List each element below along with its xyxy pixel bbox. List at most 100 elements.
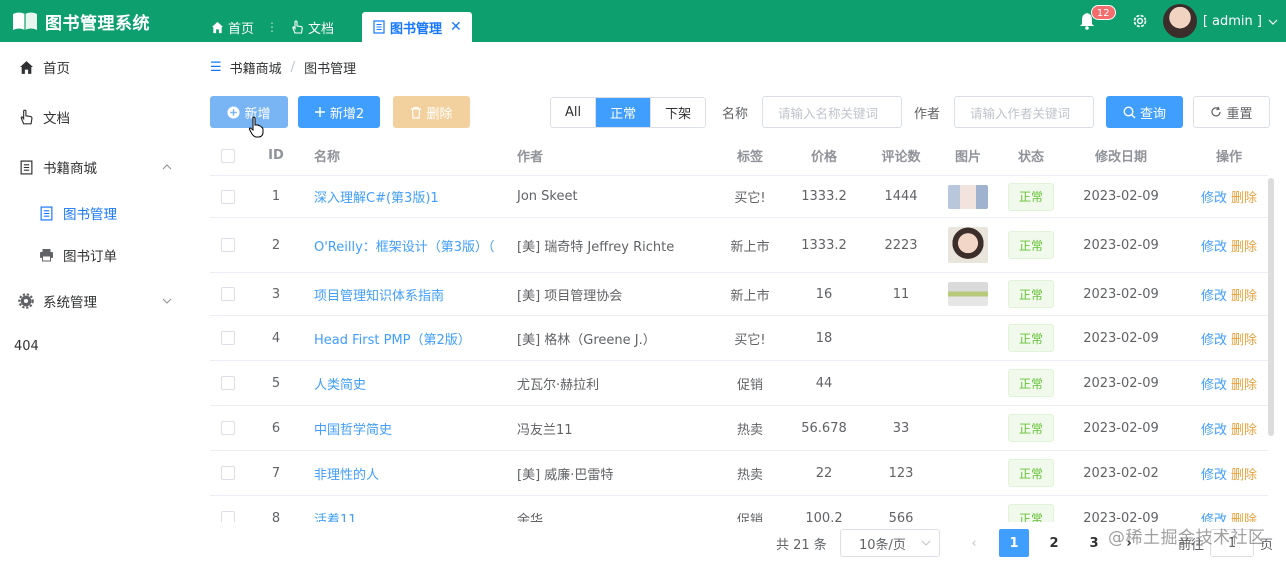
breadcrumb-parent[interactable]: 书籍商城 (230, 58, 282, 77)
cell-name-link[interactable]: 深入理解C#(第3版)1 (306, 187, 513, 206)
sidebar-item-book-mall[interactable]: 书籍商城 (0, 142, 190, 192)
cell-price: 44 (815, 375, 833, 391)
book-cover-image[interactable] (948, 184, 988, 209)
column-header[interactable]: 操作 (1169, 146, 1264, 165)
table-row[interactable]: 6 中国哲学简史 冯友兰11 热卖 56.678 33 正常 2023-02-09 修改 删除 (210, 406, 1268, 451)
sidebar-item-docs[interactable]: 文档 (0, 92, 190, 142)
filter-all-button[interactable]: All (551, 98, 597, 127)
name-search-input[interactable]: 请输入名称关键词 (762, 96, 902, 128)
table-row[interactable]: 4 Head First PMP（第2版） [美] 格林（Greene J.） 买它!… (210, 316, 1268, 361)
menu-icon[interactable]: ☰ (210, 60, 222, 75)
home-icon (210, 20, 224, 34)
row-checkbox[interactable] (210, 466, 246, 480)
cell-id: 4 (271, 330, 281, 346)
column-header[interactable]: 图片 (937, 146, 999, 165)
row-checkbox[interactable] (210, 511, 246, 522)
bell-icon[interactable]: 12 (1079, 5, 1116, 30)
close-icon[interactable]: ✕ (450, 19, 462, 35)
sidebar-item-book-management[interactable]: 图书管理 (0, 192, 190, 234)
cell-actions: 修改 删除 (1169, 374, 1264, 393)
table-row[interactable]: 3 项目管理知识体系指南 [美] 项目管理协会 新上市 16 11 正常 2023-02-09… (210, 273, 1268, 316)
tab-book-management-label: 图书管理 (390, 21, 443, 37)
delete-link[interactable]: 删除 (1231, 423, 1257, 438)
delete-link[interactable]: 删除 (1231, 468, 1257, 483)
cell-author: [美] 威廉·巴雷特 (517, 467, 614, 483)
table-row[interactable]: 5 人类简史 尤瓦尔·赫拉利 促销 44 正常 2023-02-09 修改 删除 (210, 361, 1268, 406)
cell-name-link[interactable]: Head First PMP（第2版） (306, 329, 513, 348)
book-cover-image[interactable] (948, 282, 988, 306)
select-all-checkbox[interactable] (210, 148, 246, 163)
app-logo[interactable]: 图书管理系统 (0, 0, 200, 42)
page-3-button[interactable]: 3 (1079, 529, 1109, 557)
table-row[interactable]: 7 非理性的人 [美] 威廉·巴雷特 热卖 22 123 正常 2023-02-02 修改 删除 (210, 451, 1268, 496)
filter-off-button[interactable]: 下架 (651, 98, 705, 127)
cell-name-link[interactable]: 中国哲学简史 (306, 419, 513, 438)
column-header[interactable]: 名称 (306, 146, 513, 165)
column-header[interactable]: 修改日期 (1063, 146, 1169, 165)
sidebar-item-404[interactable]: 404 (0, 326, 190, 366)
filter-normal-button[interactable]: 正常 (596, 98, 652, 127)
add2-button[interactable]: 新增2 (298, 96, 380, 128)
row-checkbox[interactable] (210, 376, 246, 390)
page-size-select[interactable]: 10条/页 (840, 529, 940, 557)
column-header[interactable]: ID (246, 148, 306, 163)
cell-name-link[interactable]: 人类简史 (306, 374, 513, 393)
column-header[interactable]: 状态 (999, 146, 1063, 165)
chevron-down-icon[interactable] (1268, 15, 1278, 28)
cell-name-link[interactable]: O'Reilly：框架设计（第3版）（ (306, 236, 513, 255)
column-header[interactable]: 价格 (775, 146, 855, 165)
cell-name-link[interactable]: 活着11 (306, 509, 513, 523)
edit-link[interactable]: 修改 (1201, 333, 1227, 348)
cell-name-link[interactable]: 非理性的人 (306, 464, 513, 483)
cell-actions: 修改 删除 (1169, 464, 1264, 483)
author-search-input[interactable]: 请输入作者关键词 (954, 96, 1094, 128)
prev-page-icon[interactable]: ‹ (959, 529, 989, 557)
cell-tag: 新上市 (730, 239, 770, 255)
column-header[interactable]: 作者 (513, 146, 725, 165)
edit-link[interactable]: 修改 (1201, 289, 1227, 304)
column-header[interactable]: 评论数 (855, 146, 937, 165)
delete-link[interactable]: 删除 (1231, 513, 1257, 523)
delete-link[interactable]: 删除 (1231, 378, 1257, 393)
cell-price: 16 (815, 286, 833, 302)
tab-book-management[interactable]: 图书管理 ✕ (362, 12, 472, 42)
column-header[interactable]: 标签 (725, 146, 775, 165)
cell-author: 余华 (517, 512, 544, 523)
row-checkbox[interactable] (210, 421, 246, 435)
gear-icon[interactable] (1131, 12, 1149, 30)
edit-link[interactable]: 修改 (1201, 191, 1227, 206)
delete-link[interactable]: 删除 (1231, 240, 1257, 255)
edit-link[interactable]: 修改 (1201, 378, 1227, 393)
delete-button[interactable]: 删除 (393, 96, 470, 128)
page-1-button[interactable]: 1 (999, 529, 1029, 557)
username[interactable]: [ admin ] (1203, 14, 1262, 29)
tab-docs[interactable]: 文档 (280, 12, 344, 42)
page-2-button[interactable]: 2 (1039, 529, 1069, 557)
row-checkbox[interactable] (210, 189, 246, 204)
table-row[interactable]: 2 O'Reilly：框架设计（第3版）（ [美] 瑞奇特 Jeffrey Rich… (210, 218, 1268, 273)
tab-home[interactable]: 首页 (200, 12, 264, 42)
sidebar-item-book-orders[interactable]: 图书订单 (0, 234, 190, 276)
table-row[interactable]: 8 活着11 余华 促销 100.2 566 正常 2023-02-09 修改 删除 (210, 496, 1268, 522)
delete-link[interactable]: 删除 (1231, 333, 1257, 348)
delete-link[interactable]: 删除 (1231, 289, 1257, 304)
row-checkbox[interactable] (210, 287, 246, 301)
row-checkbox[interactable] (210, 238, 246, 252)
edit-link[interactable]: 修改 (1201, 513, 1227, 523)
query-button[interactable]: 查询 (1106, 96, 1183, 128)
table-row[interactable]: 1 深入理解C#(第3版)1 Jon Skeet 买它! 1333.2 1444 正常 202… (210, 176, 1268, 218)
tab-docs-label: 文档 (308, 21, 335, 37)
table-scrollbar[interactable] (1268, 178, 1274, 436)
row-checkbox[interactable] (210, 331, 246, 345)
edit-link[interactable]: 修改 (1201, 468, 1227, 483)
reset-button[interactable]: 重置 (1193, 96, 1270, 128)
edit-link[interactable]: 修改 (1201, 423, 1227, 438)
sidebar-item-home[interactable]: 首页 (0, 42, 190, 92)
edit-link[interactable]: 修改 (1201, 240, 1227, 255)
sidebar-item-system[interactable]: 系统管理 (0, 276, 190, 326)
book-cover-image[interactable] (948, 227, 988, 263)
delete-link[interactable]: 删除 (1231, 191, 1257, 206)
cell-name-link[interactable]: 项目管理知识体系指南 (306, 285, 513, 304)
cell-author: 尤瓦尔·赫拉利 (517, 377, 600, 393)
avatar[interactable] (1162, 4, 1197, 38)
